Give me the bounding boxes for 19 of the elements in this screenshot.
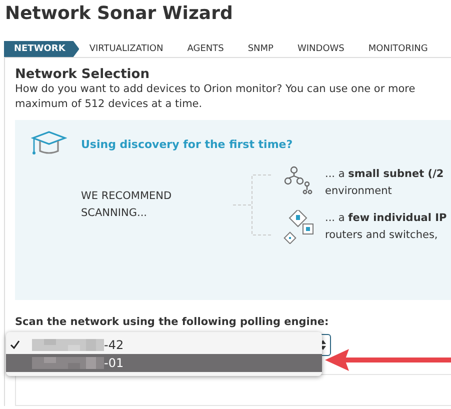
recommend-text: WE RECOMMEND SCANNING... <box>81 189 173 221</box>
redacted-mark <box>32 357 104 369</box>
tip-heading: Using discovery for the first time? <box>81 138 293 150</box>
checkmark-icon <box>10 340 20 350</box>
section-heading: Network Selection <box>15 67 150 82</box>
stepper-arrows-icon <box>319 339 327 351</box>
bracket-connector <box>233 174 273 236</box>
redacted-mark <box>32 339 104 351</box>
wizard-step-tab[interactable]: NETWORK <box>4 41 80 57</box>
page-title: Network Sonar Wizard <box>4 2 234 26</box>
section-description: maximum of 512 devices at a time. <box>15 97 202 112</box>
option-text: environment <box>325 184 393 199</box>
option-text: routers and switches, <box>325 228 439 243</box>
menu-item[interactable]: -01 <box>6 354 322 372</box>
option-text: ... a small subnet (/2 <box>325 167 444 182</box>
polling-engine-label: Scan the network using the following polling engine: <box>15 316 330 328</box>
option-text: ... a few individual IP <box>325 211 447 226</box>
section-description: How do you want to add devices to Orion monitor? You can use one or more <box>15 82 416 97</box>
menu-item[interactable]: -42 <box>6 336 322 354</box>
